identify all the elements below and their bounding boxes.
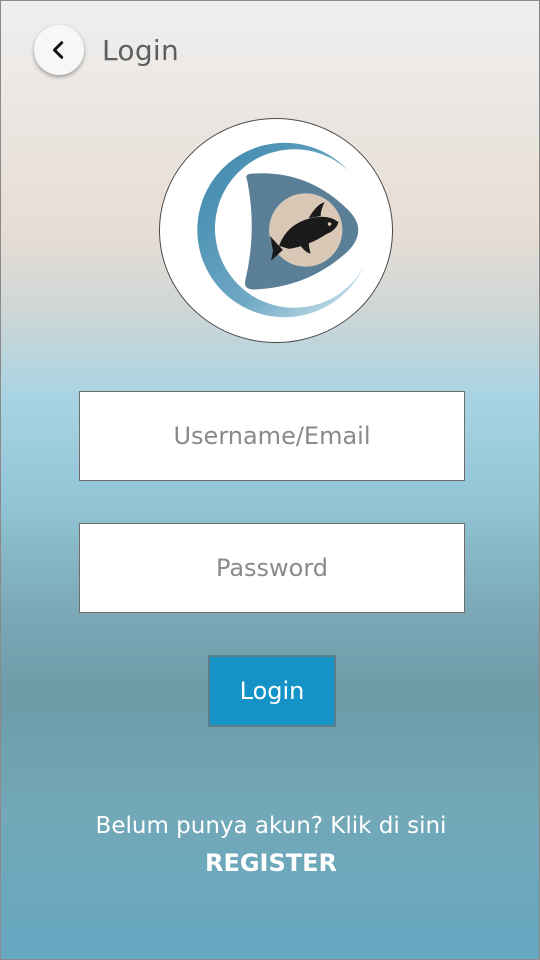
password-input[interactable] [80, 524, 464, 612]
fish-logo-icon [197, 142, 364, 318]
page-title: Login [102, 34, 180, 67]
username-field[interactable] [79, 391, 465, 481]
back-button[interactable] [34, 25, 84, 75]
login-button[interactable]: Login [208, 655, 336, 727]
register-link[interactable]: REGISTER [1, 849, 539, 877]
password-field[interactable] [79, 523, 465, 613]
login-screen: Login Username/Email Login Belum punya a… [0, 0, 540, 960]
app-logo [159, 118, 393, 343]
register-prompt: Belum punya akun? Klik di sini [95, 813, 447, 839]
chevron-left-icon [52, 41, 64, 59]
username-input[interactable] [80, 392, 464, 480]
